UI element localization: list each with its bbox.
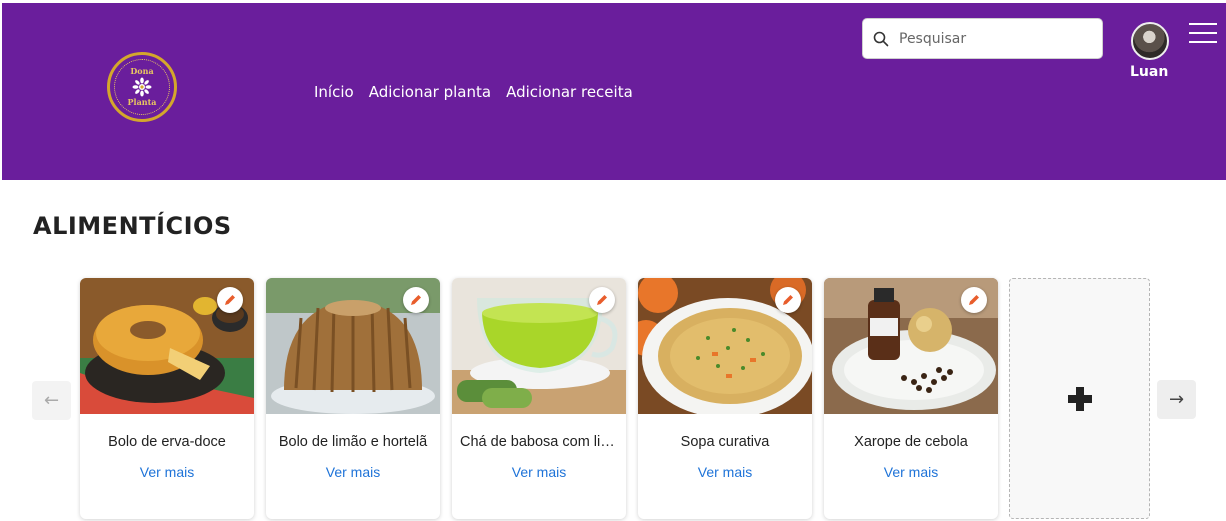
search-icon [873,31,889,46]
search-box[interactable] [862,18,1103,59]
ver-mais-link[interactable]: Ver mais [80,464,254,480]
pencil-icon[interactable] [775,287,801,313]
recipe-title: Bolo de limão e hortelã [278,434,428,450]
search-input[interactable] [899,30,1089,47]
recipe-title: Chá de babosa com limão [460,434,618,450]
plus-icon [1067,386,1092,411]
recipe-image-bundt-cake[interactable] [266,278,440,414]
add-recipe-card[interactable] [1009,278,1150,519]
recipe-card[interactable]: Bolo de erva-doce Ver mais [80,278,254,519]
recipe-card[interactable]: Bolo de limão e hortelã Ver mais [266,278,440,519]
nav-inicio[interactable]: Início [314,83,354,101]
pencil-icon[interactable] [217,287,243,313]
logo-ring [114,59,170,115]
ver-mais-link[interactable]: Ver mais [638,464,812,480]
recipe-card[interactable]: Chá de babosa com limão Ver mais [452,278,626,519]
nav-adicionar-receita[interactable]: Adicionar receita [506,83,633,101]
user-name[interactable]: Luan [1130,64,1168,80]
recipe-card[interactable]: Xarope de cebola Ver mais [824,278,998,519]
nav-adicionar-planta[interactable]: Adicionar planta [369,83,491,101]
pencil-icon[interactable] [403,287,429,313]
recipe-image-soup[interactable] [638,278,812,414]
carousel-prev-button[interactable]: ← [32,381,71,420]
avatar[interactable] [1131,22,1169,60]
recipe-image-tea[interactable] [452,278,626,414]
hamburger-menu-icon[interactable] [1189,23,1217,45]
recipe-title: Sopa curativa [680,434,770,450]
ver-mais-link[interactable]: Ver mais [824,464,998,480]
dona-planta-logo[interactable]: Dona Planta [107,52,177,122]
recipe-image-onion-syrup[interactable] [824,278,998,414]
pencil-icon[interactable] [589,287,615,313]
section-title: ALIMENTÍCIOS [33,212,232,240]
carousel-next-button[interactable]: → [1157,380,1196,419]
recipe-title: Xarope de cebola [854,434,968,450]
recipe-card[interactable]: Sopa curativa Ver mais [638,278,812,519]
ver-mais-link[interactable]: Ver mais [452,464,626,480]
main-nav: Início Adicionar planta Adicionar receit… [314,83,633,101]
recipe-image-cake[interactable] [80,278,254,414]
ver-mais-link[interactable]: Ver mais [266,464,440,480]
pencil-icon[interactable] [961,287,987,313]
recipe-title: Bolo de erva-doce [108,434,226,450]
